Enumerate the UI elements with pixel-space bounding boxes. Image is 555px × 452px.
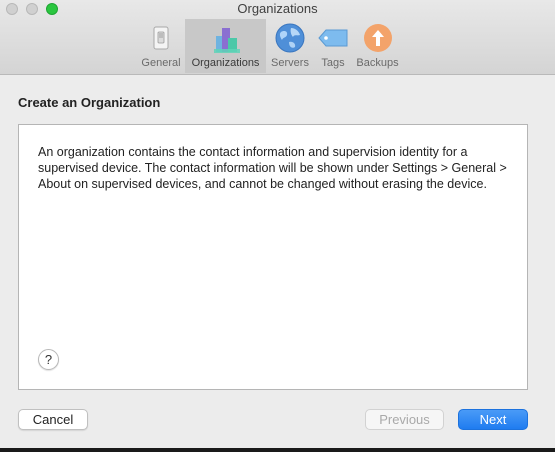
description-panel: An organization contains the contact inf… bbox=[18, 124, 528, 390]
tab-backups[interactable]: Backups bbox=[352, 19, 403, 73]
next-button[interactable]: Next bbox=[458, 409, 528, 430]
app-window: Organizations General Organizations Serv… bbox=[0, 0, 555, 448]
switch-icon bbox=[145, 22, 177, 54]
upload-arrow-icon bbox=[362, 22, 394, 54]
cancel-button[interactable]: Cancel bbox=[18, 409, 88, 430]
previous-button[interactable]: Previous bbox=[365, 409, 444, 430]
globe-icon bbox=[274, 22, 306, 54]
desktop-background bbox=[0, 448, 555, 452]
tab-servers-label: Servers bbox=[271, 57, 309, 69]
main-content: Create an Organization An organization c… bbox=[0, 75, 555, 448]
tab-organizations[interactable]: Organizations bbox=[185, 19, 266, 73]
tab-general[interactable]: General bbox=[137, 19, 185, 73]
page-title: Create an Organization bbox=[18, 95, 161, 110]
preference-tabs: General Organizations Servers Tags Backu… bbox=[137, 19, 403, 73]
tab-servers[interactable]: Servers bbox=[266, 19, 314, 73]
tab-general-label: General bbox=[141, 57, 181, 69]
tab-organizations-label: Organizations bbox=[191, 57, 260, 69]
help-button[interactable]: ? bbox=[38, 349, 59, 370]
description-text: An organization contains the contact inf… bbox=[38, 145, 507, 191]
tab-tags-label: Tags bbox=[321, 57, 345, 69]
toolbar: Organizations General Organizations Serv… bbox=[0, 0, 555, 75]
window-title: Organizations bbox=[237, 1, 318, 16]
tag-icon bbox=[317, 22, 349, 54]
tab-backups-label: Backups bbox=[356, 57, 399, 69]
buildings-icon bbox=[210, 22, 242, 54]
tab-tags[interactable]: Tags bbox=[314, 19, 352, 73]
